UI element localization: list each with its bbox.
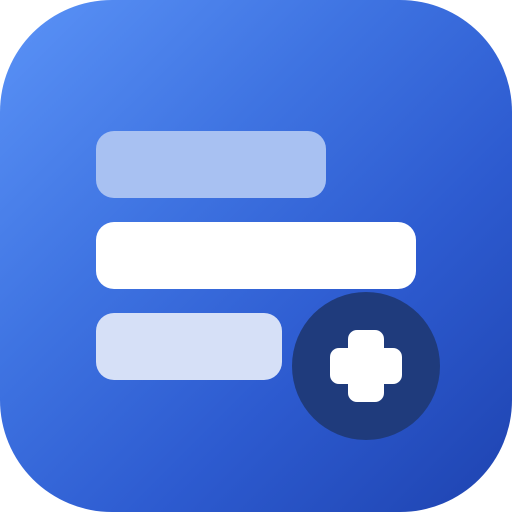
list-line-middle xyxy=(96,222,416,289)
list-line-top xyxy=(96,131,326,198)
add-badge xyxy=(292,292,440,440)
app-icon[interactable] xyxy=(0,0,512,512)
list-line-bottom xyxy=(96,313,282,380)
plus-horizontal-stroke xyxy=(330,348,402,384)
plus-icon xyxy=(292,292,440,440)
